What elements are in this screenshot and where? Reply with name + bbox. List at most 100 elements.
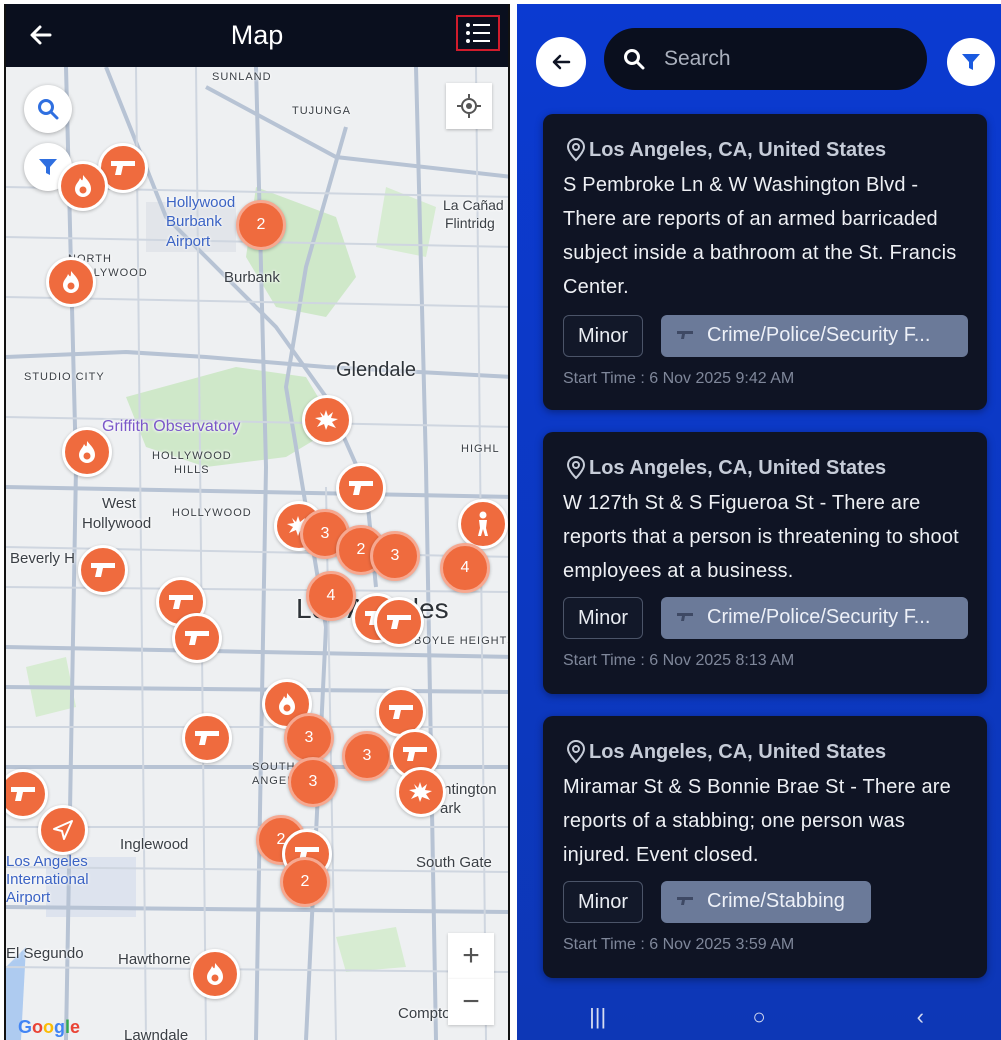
back-button[interactable] — [536, 37, 586, 87]
marker-gun-icon[interactable] — [336, 463, 386, 513]
gun-icon — [387, 615, 411, 629]
cluster-count: 2 — [256, 216, 266, 233]
fire-icon — [207, 963, 223, 985]
label-la-canada-1: La Cañad — [443, 197, 504, 213]
system-back-button[interactable]: ‹ — [890, 1004, 950, 1030]
incident-card[interactable]: Los Angeles, CA, United States S Pembrok… — [543, 114, 987, 410]
cluster-marker[interactable]: 2 — [236, 200, 286, 250]
cluster-count: 3 — [362, 747, 372, 764]
knife-icon — [677, 897, 693, 905]
marker-gun-icon[interactable] — [182, 713, 232, 763]
label-airport-2: Burbank — [166, 213, 222, 230]
cluster-marker[interactable]: 2 — [280, 857, 330, 907]
gun-icon — [677, 613, 693, 621]
location-row: Los Angeles, CA, United States — [565, 138, 886, 162]
gun-icon — [169, 595, 193, 609]
label-boyle-heights: BOYLE HEIGHTS — [414, 635, 508, 647]
label-hollywood: HOLLYWOOD — [172, 507, 252, 519]
incident-description: Miramar St & S Bonnie Brae St - There ar… — [563, 776, 951, 866]
label-airport-3: Airport — [166, 233, 211, 250]
search-bar[interactable] — [604, 28, 927, 90]
filter-icon — [962, 54, 980, 70]
marker-fire-icon[interactable] — [46, 257, 96, 307]
label-hollywood-hills-2: HILLS — [174, 464, 210, 476]
system-nav-bar: ||| ○ ‹ — [517, 994, 1001, 1040]
cluster-marker[interactable]: 4 — [306, 571, 356, 621]
marker-explosion-icon[interactable] — [302, 395, 352, 445]
marker-navigation-icon[interactable] — [38, 805, 88, 855]
list-screen: Los Angeles, CA, United States S Pembrok… — [517, 4, 1001, 1040]
label-burbank: Burbank — [224, 269, 280, 286]
marker-fire-icon[interactable] — [62, 427, 112, 477]
marker-fire-icon[interactable] — [190, 949, 240, 999]
label-glendale: Glendale — [336, 359, 417, 381]
category-label: Crime/Stabbing — [707, 890, 845, 912]
label-beverly-hills: Beverly H — [10, 550, 76, 567]
map-search-button[interactable] — [24, 85, 72, 133]
list-view-button[interactable] — [456, 15, 500, 51]
marker-person-icon[interactable] — [458, 499, 508, 549]
incident-card[interactable]: Los Angeles, CA, United States Miramar S… — [543, 716, 987, 978]
marker-fire-icon[interactable] — [58, 161, 108, 211]
map-header: Map — [6, 4, 508, 67]
cluster-marker[interactable]: 4 — [440, 543, 490, 593]
gun-icon — [185, 631, 209, 645]
zoom-in-button[interactable]: + — [448, 933, 494, 979]
label-lax-1: Los Angeles — [6, 853, 88, 870]
cluster-count: 2 — [356, 541, 366, 558]
cluster-count: 4 — [326, 587, 336, 604]
label-inglewood: Inglewood — [120, 836, 189, 853]
category-tag: Crime/Stabbing — [661, 881, 871, 923]
cluster-marker[interactable]: 3 — [342, 731, 392, 781]
crosshair-icon — [457, 94, 481, 118]
incident-card[interactable]: Los Angeles, CA, United States W 127th S… — [543, 432, 987, 694]
recents-button[interactable]: ||| — [568, 1004, 628, 1030]
cluster-marker[interactable]: 3 — [288, 757, 338, 807]
label-hollywood-hills-1: HOLLYWOOD — [152, 450, 232, 462]
severity-tag: Minor — [563, 597, 644, 639]
navigation-icon — [53, 820, 73, 840]
label-west-hollywood-1: West — [102, 495, 136, 512]
cluster-count: 3 — [308, 773, 318, 790]
location-pin-icon — [566, 740, 586, 764]
marker-gun-icon[interactable] — [374, 597, 424, 647]
gun-icon — [91, 563, 115, 577]
explosion-icon — [409, 782, 432, 802]
category-tag: Crime/Police/Security F... — [661, 315, 968, 357]
zoom-out-button[interactable]: − — [448, 979, 494, 1025]
label-lawndale: Lawndale — [124, 1027, 189, 1040]
cluster-marker[interactable]: 3 — [284, 713, 334, 763]
location-row: Los Angeles, CA, United States — [565, 740, 886, 764]
marker-gun-icon[interactable] — [172, 613, 222, 663]
severity-tag: Minor — [563, 881, 644, 923]
incident-description: S Pembroke Ln & W Washington Blvd - Ther… — [563, 174, 957, 298]
map-screen: Map SUNLAND TUJUNGA Hollywood Burbank Ai… — [4, 4, 510, 1040]
home-button[interactable]: ○ — [729, 1004, 789, 1030]
my-location-button[interactable] — [446, 83, 492, 129]
cluster-count: 3 — [390, 547, 400, 564]
label-lax-2: International — [6, 871, 89, 888]
gun-icon — [195, 731, 219, 745]
gun-icon — [389, 705, 413, 719]
location-text: Los Angeles, CA, United States — [589, 456, 887, 479]
filter-icon — [39, 159, 57, 175]
fire-icon — [279, 693, 295, 715]
severity-tag: Minor — [563, 315, 644, 357]
marker-explosion-icon[interactable] — [396, 767, 446, 817]
category-label: Crime/Police/Security F... — [707, 606, 931, 628]
list-icon — [466, 23, 490, 43]
cluster-marker[interactable]: 3 — [370, 531, 420, 581]
search-icon — [622, 46, 648, 72]
marker-gun-icon[interactable] — [78, 545, 128, 595]
gun-icon — [403, 747, 427, 761]
label-lax-3: Airport — [6, 889, 51, 906]
google-logo: Google — [18, 1017, 81, 1037]
label-tujunga: TUJUNGA — [292, 105, 351, 117]
cluster-count: 3 — [320, 525, 330, 542]
start-time: Start Time : 6 Nov 2025 9:42 AM — [563, 370, 795, 387]
gun-icon — [111, 161, 135, 175]
search-input[interactable] — [664, 47, 894, 71]
label-south-gate: South Gate — [416, 854, 492, 871]
filter-button[interactable] — [947, 38, 995, 86]
map-view[interactable]: SUNLAND TUJUNGA Hollywood Burbank Airpor… — [6, 67, 508, 1040]
